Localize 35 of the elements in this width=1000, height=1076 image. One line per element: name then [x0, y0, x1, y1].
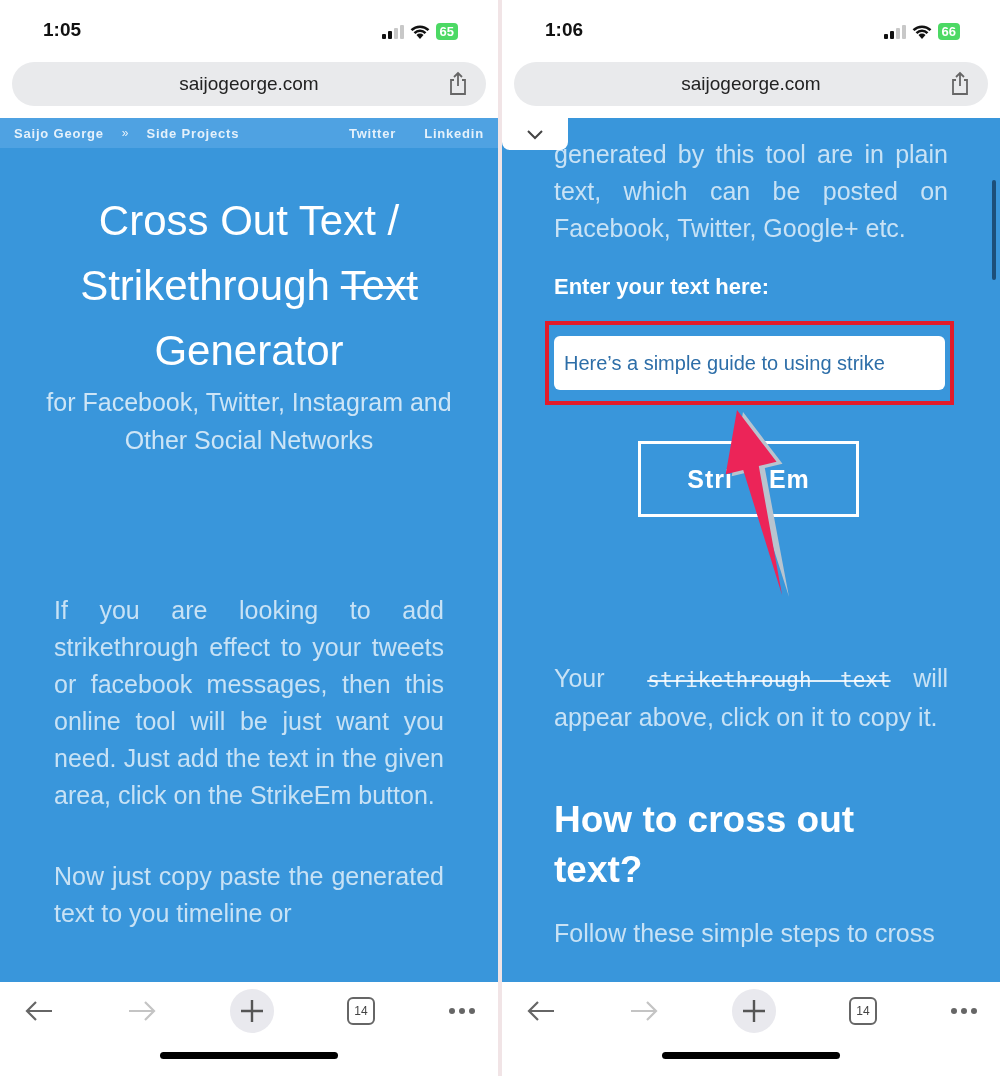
signal-icon: [381, 24, 404, 39]
share-icon[interactable]: [950, 71, 970, 95]
back-icon[interactable]: [24, 1000, 54, 1022]
paragraph: generated by this tool are in plain text, which can be posted on Facebook, Twitter, Google+ etc.: [554, 139, 948, 244]
status-time: 1:05: [43, 19, 82, 41]
paragraph: If you are looking to add strikethrough effect to your tweets or facebook messages, then this online tool will be just want you need. Just add the text in the given area, click on the StrikeEm button.: [54, 595, 444, 811]
scrollbar[interactable]: [992, 180, 996, 280]
page-title: Cross Out Text / Strikethrough Text Generator: [79, 196, 419, 376]
paragraph: Follow these simple steps to cross: [554, 918, 936, 949]
address-bar[interactable]: saijogeorge.com: [514, 62, 988, 106]
address-bar[interactable]: saijogeorge.com: [12, 62, 486, 106]
share-icon[interactable]: [448, 71, 468, 95]
status-time: 1:06: [545, 19, 584, 41]
back-icon[interactable]: [526, 1000, 556, 1022]
field-label: Enter your text here:: [554, 273, 771, 301]
battery-level: 65: [435, 23, 458, 40]
section-heading: How to cross out text?: [554, 798, 856, 892]
wifi-icon: [409, 24, 430, 39]
page-subtitle: for Facebook, Twitter, Instagram and Other Social Networks: [45, 387, 453, 456]
signal-icon: [883, 24, 906, 39]
paragraph: Your strikethrough text will appear above, click on it to copy it.: [554, 663, 948, 733]
new-tab-button[interactable]: [732, 989, 776, 1033]
tab-count-button[interactable]: 14: [849, 997, 877, 1025]
more-icon[interactable]: [950, 1007, 978, 1015]
paragraph: Now just copy paste the generated text to you timeline or: [54, 861, 444, 929]
battery-level: 66: [937, 23, 960, 40]
url-text: saijogeorge.com: [179, 73, 319, 95]
chevron-down-icon: [526, 128, 544, 140]
new-tab-button[interactable]: [230, 989, 274, 1033]
wifi-icon: [911, 24, 932, 39]
tab-count-button[interactable]: 14: [347, 997, 375, 1025]
text-input-field[interactable]: Here’s a simple guide to using strike: [554, 336, 945, 390]
url-text: saijogeorge.com: [681, 73, 821, 95]
more-icon[interactable]: [448, 1007, 476, 1015]
breadcrumb-separator: »: [121, 126, 129, 140]
